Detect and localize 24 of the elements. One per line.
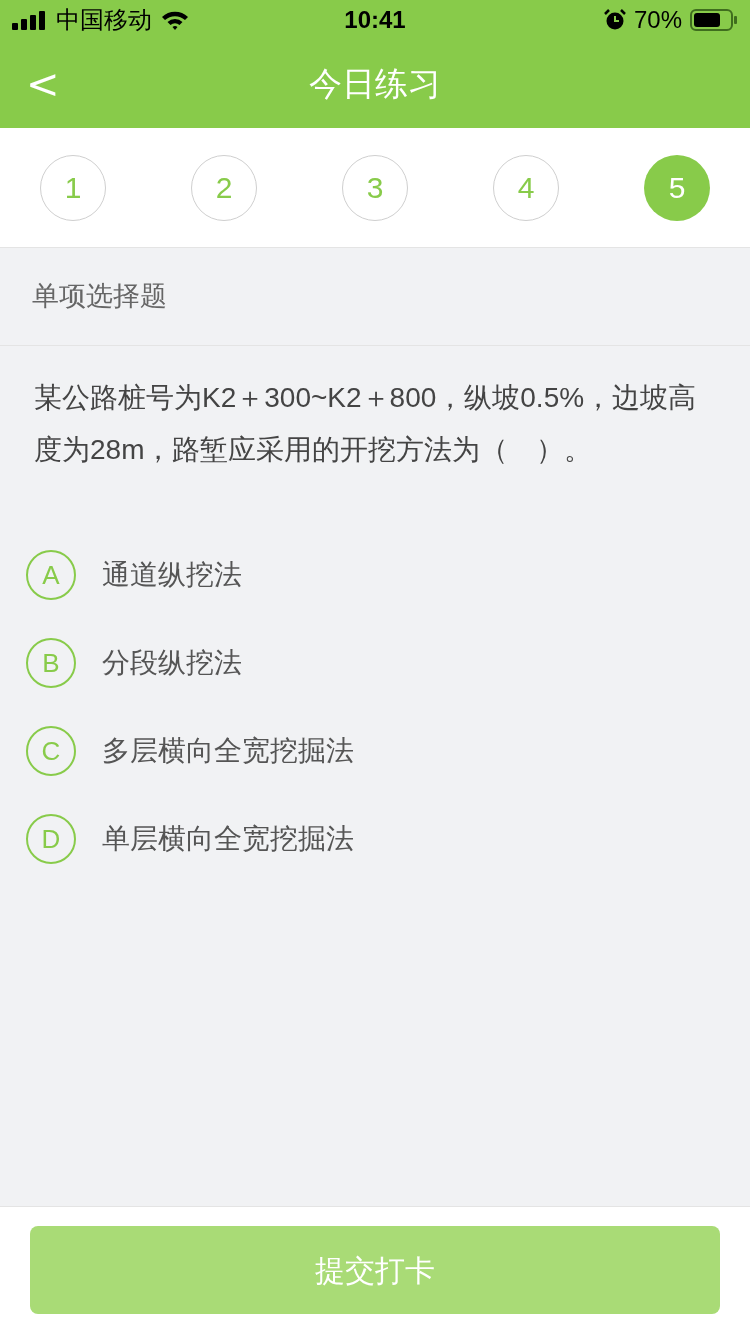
question-text: 某公路桩号为K2＋300~K2＋800，纵坡0.5%，边坡高度为28m，路堑应采用的开挖方法为（ ）。 (34, 381, 698, 467)
option-letter[interactable]: A (26, 550, 76, 600)
question-number-tab[interactable]: 2 (191, 154, 257, 221)
option-text[interactable]: 多层横向全宽挖掘法 (102, 730, 354, 772)
alarm-clock-icon (603, 9, 626, 31)
option-text[interactable]: 通道纵挖法 (102, 554, 242, 596)
clock-time: 10:41 (344, 5, 406, 35)
question-type: 单项选择题 (0, 248, 750, 346)
question-number-tab[interactable]: 4 (493, 154, 559, 221)
battery-icon (690, 8, 738, 32)
signal-icon (12, 10, 48, 30)
option-letter[interactable]: D (26, 814, 76, 864)
back-button[interactable]: < (26, 64, 60, 104)
option-text[interactable]: 单层横向全宽挖掘法 (102, 818, 354, 860)
question-number-tab[interactable]: 1 (40, 154, 106, 221)
carrier-name: 中国移动 (56, 5, 152, 35)
option-text[interactable]: 分段纵挖法 (102, 642, 242, 684)
option-letter[interactable]: C (26, 726, 76, 776)
wifi-icon (160, 9, 190, 31)
option-letter[interactable]: B (26, 638, 76, 688)
question-number-tab[interactable]: 5 (644, 154, 710, 221)
page-title: 今日练习 (309, 64, 441, 105)
question-number-tab[interactable]: 3 (342, 154, 408, 221)
battery-percent: 70% (633, 5, 682, 35)
